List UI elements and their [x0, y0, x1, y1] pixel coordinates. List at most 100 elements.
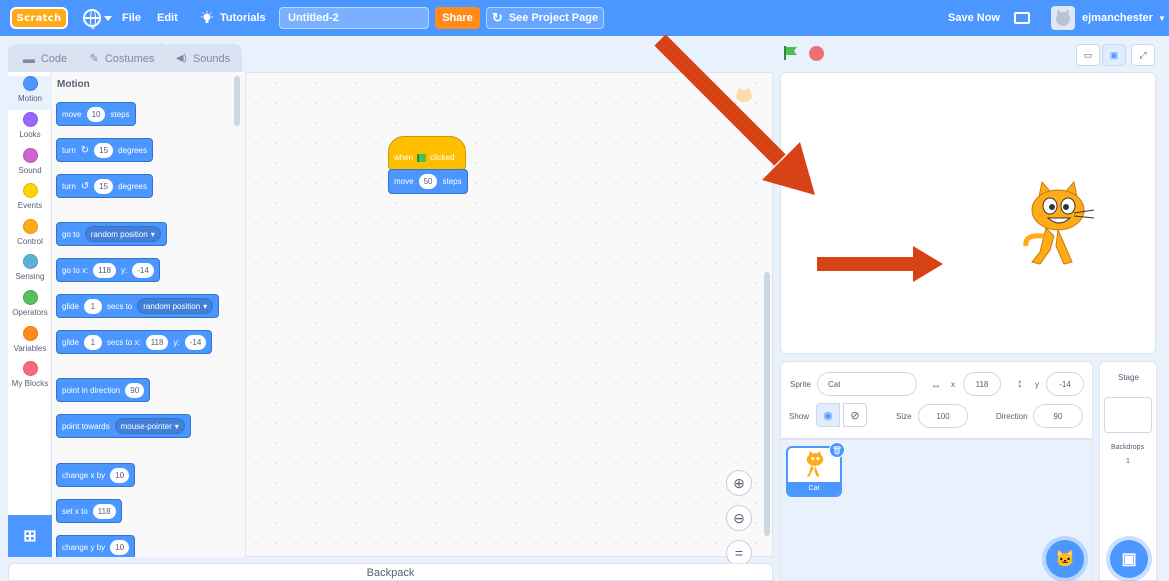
block-turn-right[interactable]: turn ↻ 15 degrees — [56, 138, 154, 162]
tutorials-menu[interactable]: Tutorials — [200, 0, 266, 36]
delete-sprite-button[interactable]: 🗑 — [829, 442, 845, 458]
add-extension-button[interactable]: ⊞ — [8, 515, 52, 557]
fullscreen-button[interactable]: ⤢ — [1131, 44, 1155, 66]
y-arrow-icon: ↕ — [1017, 376, 1023, 390]
y-label: y — [1035, 380, 1039, 389]
block-dropdown[interactable]: mouse-pointer — [114, 418, 185, 434]
block-dropdown[interactable]: random position — [84, 226, 161, 242]
category-motion[interactable]: Motion — [8, 76, 52, 110]
scratch-logo[interactable]: Scratch — [10, 7, 68, 29]
large-stage-button[interactable]: ▣ — [1102, 44, 1126, 66]
block-move-steps[interactable]: move 10 steps — [56, 102, 136, 126]
category-variables[interactable]: Variables — [8, 326, 52, 360]
category-looks[interactable]: Looks — [8, 112, 52, 146]
looks-dot-icon — [22, 112, 38, 127]
block-set-x[interactable]: set x to 118 — [56, 499, 122, 523]
code-icon: ▬ — [22, 51, 35, 66]
tab-costumes[interactable]: ✎ Costumes — [74, 44, 170, 72]
backpack[interactable]: Backpack — [8, 563, 773, 581]
category-sensing[interactable]: Sensing — [8, 254, 52, 288]
block-text: clicked — [430, 153, 455, 162]
block-input[interactable]: 10 — [110, 539, 130, 555]
edit-menu[interactable]: Edit — [157, 0, 178, 36]
tab-sounds[interactable]: ◀) Sounds — [164, 44, 242, 72]
see-project-page-button[interactable]: ↻ See Project Page — [486, 7, 604, 29]
category-my-blocks[interactable]: My Blocks — [8, 361, 52, 395]
category-sound[interactable]: Sound — [8, 148, 52, 182]
block-input[interactable]: 118 — [145, 334, 169, 350]
block-glide-xy[interactable]: glide 1 secs to x: 118 y: -14 — [56, 330, 213, 354]
avatar[interactable] — [1051, 6, 1075, 30]
block-input[interactable]: 15 — [94, 142, 114, 158]
block-text: secs to x: — [106, 337, 141, 347]
green-flag-icon — [417, 154, 427, 162]
small-stage-button[interactable]: ▭ — [1076, 44, 1100, 66]
block-move-steps-script[interactable]: move 50 steps — [388, 169, 468, 194]
tab-code[interactable]: ▬ Code — [8, 44, 82, 72]
zoom-out-button[interactable]: ⊖ — [726, 505, 752, 531]
username-menu[interactable]: ejmanchester ▼ — [1082, 0, 1166, 36]
block-dropdown[interactable]: random position — [137, 298, 214, 314]
category-label: Operators — [12, 308, 48, 317]
block-input[interactable]: 1 — [83, 334, 102, 350]
file-menu[interactable]: File — [122, 0, 141, 36]
block-text: move — [394, 177, 414, 186]
block-glide[interactable]: glide 1 secs to random position — [56, 294, 220, 318]
block-point-direction[interactable]: point in direction 90 — [56, 378, 151, 402]
chevron-down-icon[interactable] — [104, 16, 112, 21]
tab-code-label: Code — [40, 52, 68, 65]
block-input[interactable]: 1 — [83, 298, 102, 314]
show-hidden-button[interactable]: ⊘ — [843, 403, 867, 427]
block-go-to-xy[interactable]: go to x: 118 y: -14 — [56, 258, 160, 282]
choose-sprite-button[interactable]: 🐱 — [1046, 540, 1084, 578]
block-input[interactable]: 50 — [418, 174, 438, 189]
block-when-flag-clicked[interactable]: when clicked — [388, 136, 466, 170]
block-input[interactable]: 15 — [94, 178, 114, 194]
save-now-button[interactable]: Save Now — [948, 0, 1000, 36]
category-events[interactable]: Events — [8, 183, 52, 217]
block-input[interactable]: 118 — [92, 503, 116, 519]
choose-backdrop-button[interactable]: ▣ — [1110, 540, 1148, 578]
stage-title: Stage — [1118, 373, 1139, 382]
category-label: Looks — [19, 130, 41, 139]
block-input[interactable]: -14 — [132, 262, 154, 278]
block-change-x[interactable]: change x by 10 — [56, 463, 136, 487]
rotate-right-icon: ↻ — [80, 144, 90, 156]
zoom-in-button[interactable]: ⊕ — [726, 470, 752, 496]
block-text: y: — [173, 337, 180, 347]
backdrop-thumbnail[interactable] — [1104, 397, 1152, 433]
globe-icon[interactable] — [83, 9, 101, 29]
block-input[interactable]: 10 — [86, 106, 106, 122]
block-input[interactable]: 90 — [125, 382, 145, 398]
block-text: go to — [62, 229, 80, 239]
palette-scrollbar[interactable] — [234, 76, 240, 126]
eye-icon: ◉ — [823, 409, 833, 422]
category-control[interactable]: Control — [8, 219, 52, 253]
block-point-towards[interactable]: point towards mouse-pointer — [56, 414, 191, 438]
project-title-input[interactable] — [279, 7, 429, 29]
cat-sprite[interactable] — [1018, 180, 1098, 268]
category-operators[interactable]: Operators — [8, 290, 52, 324]
category-label: Events — [17, 201, 43, 210]
block-go-to[interactable]: go to random position — [56, 222, 167, 246]
block-change-y[interactable]: change y by 10 — [56, 535, 136, 557]
block-input[interactable]: -14 — [184, 334, 207, 350]
share-button[interactable]: Share — [435, 7, 480, 29]
size-input[interactable]: 100 — [918, 404, 968, 428]
script-area-scrollbar[interactable] — [764, 272, 770, 536]
stage[interactable] — [780, 72, 1156, 354]
direction-input[interactable]: 90 — [1033, 404, 1083, 428]
block-turn-left[interactable]: turn ↺ 15 degrees — [56, 174, 154, 198]
zoom-in-icon: ⊕ — [733, 474, 745, 491]
block-input[interactable]: 118 — [93, 262, 117, 278]
x-input[interactable]: 118 — [963, 372, 1001, 396]
palette-title: Motion — [57, 79, 90, 90]
folder-icon[interactable] — [1014, 12, 1030, 24]
sprite-name-input[interactable] — [817, 372, 917, 396]
block-input[interactable]: 10 — [110, 467, 130, 483]
brush-icon: ✎ — [89, 53, 99, 65]
show-visible-button[interactable]: ◉ — [816, 403, 840, 427]
category-label: Variables — [13, 344, 47, 353]
block-palette: Motion move 10 steps turn ↻ 15 degrees t… — [52, 72, 246, 557]
y-input[interactable]: -14 — [1046, 372, 1084, 396]
